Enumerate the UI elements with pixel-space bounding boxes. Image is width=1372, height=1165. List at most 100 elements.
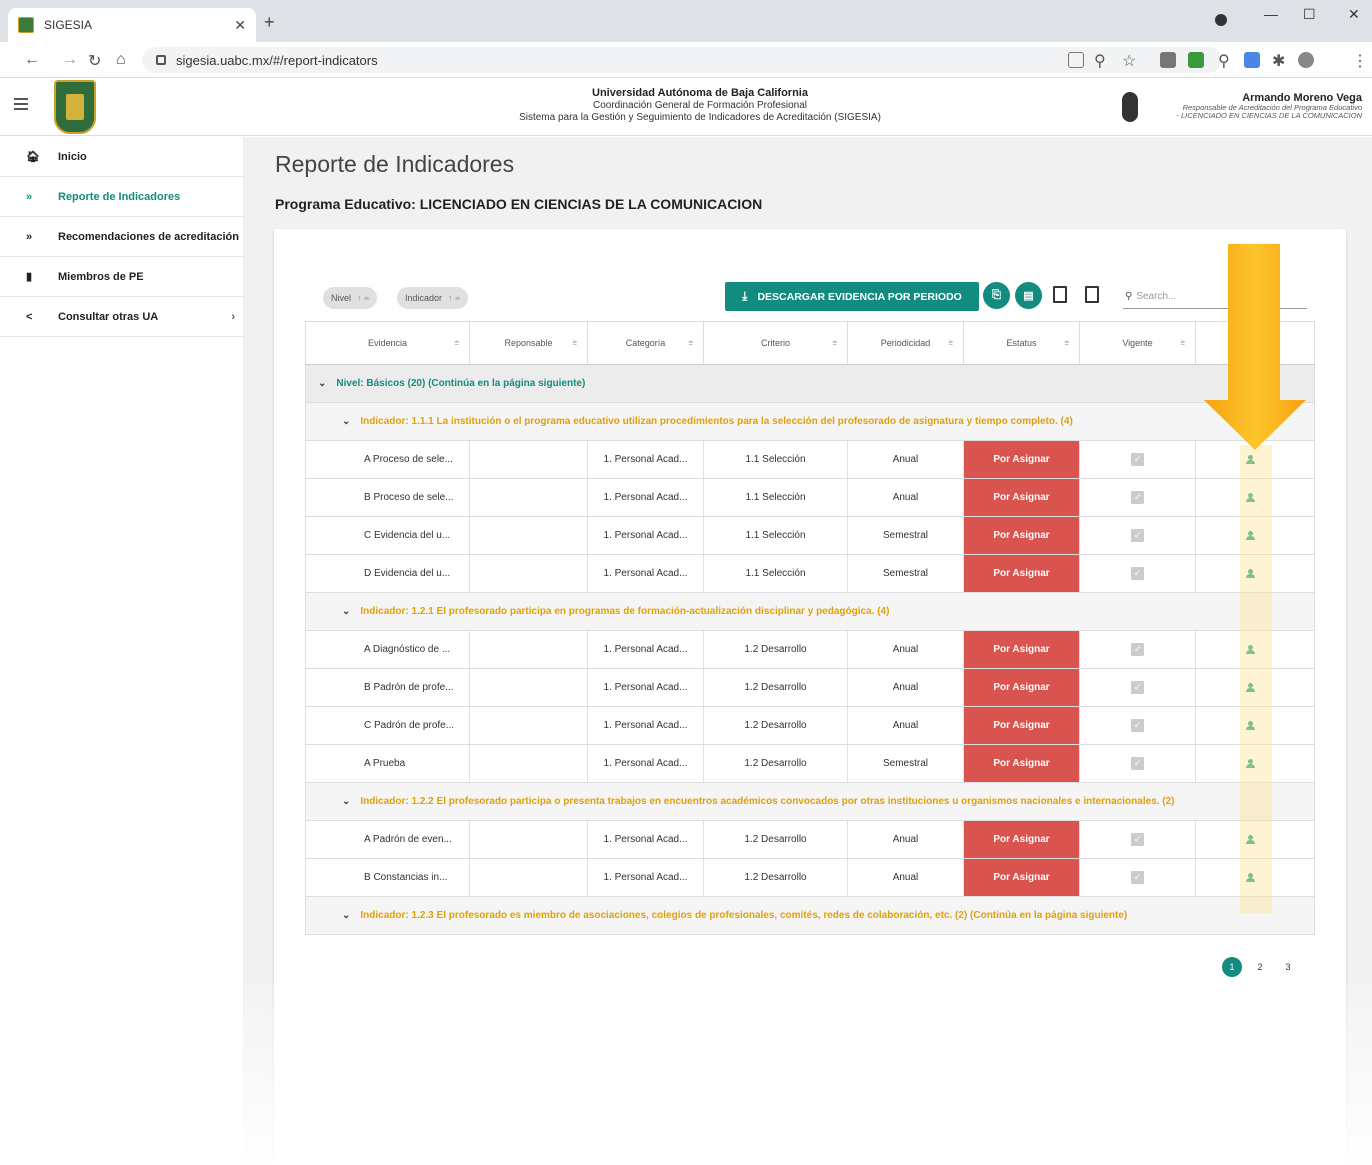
- table-row[interactable]: B Constancias in... 1. Personal Acad... …: [305, 859, 1315, 897]
- table-row[interactable]: A Padrón de even... 1. Personal Acad... …: [305, 821, 1315, 859]
- filter-icon[interactable]: ⩧: [948, 338, 953, 348]
- col-estatus[interactable]: Estatus ⩧: [964, 322, 1080, 364]
- table-row[interactable]: B Proceso de sele... 1. Personal Acad...…: [305, 479, 1315, 517]
- back-icon[interactable]: ←: [24, 51, 40, 69]
- assign-person-icon[interactable]: [1245, 873, 1255, 882]
- page-3-button[interactable]: 3: [1278, 957, 1298, 977]
- col-categoria[interactable]: Categoría ⩧: [588, 322, 704, 364]
- checkbox-checked-icon: ✓: [1131, 871, 1144, 884]
- sidebar-item-label: Inicio: [58, 150, 87, 163]
- group-row-indicator[interactable]: ⌄ Indicador: 1.2.1 El profesorado partici…: [305, 593, 1315, 631]
- extension-search-icon[interactable]: ⚲: [1218, 51, 1230, 71]
- col-reponsable[interactable]: Reponsable ⩧: [470, 322, 588, 364]
- maximize-icon[interactable]: ☐: [1303, 6, 1316, 23]
- sort-filter-icon[interactable]: ↑ ⩧: [448, 293, 460, 304]
- table-row[interactable]: D Evidencia del u... 1. Personal Acad...…: [305, 555, 1315, 593]
- install-icon[interactable]: [1068, 52, 1084, 68]
- page-1-button[interactable]: 1: [1222, 957, 1242, 977]
- profile-dot-icon[interactable]: [1215, 14, 1227, 26]
- group-row-indicator[interactable]: ⌄ Indicador: 1.1.1 La institución o el pr…: [305, 403, 1315, 441]
- cell-categoria: 1. Personal Acad...: [588, 441, 704, 478]
- sidebar-item-inicio[interactable]: 🏠︎ Inicio: [0, 137, 243, 177]
- forward-icon[interactable]: →: [62, 51, 78, 69]
- col-periodicidad[interactable]: Periodicidad ⩧: [848, 322, 964, 364]
- group-row-indicator[interactable]: ⌄ Indicador: 1.2.2 El profesorado partici…: [305, 783, 1315, 821]
- chevron-down-icon[interactable]: ⌄: [318, 378, 326, 389]
- table-row[interactable]: C Evidencia del u... 1. Personal Acad...…: [305, 517, 1315, 555]
- new-tab-icon[interactable]: +: [264, 12, 275, 33]
- sidebar-item-consultar[interactable]: < Consultar otras UA ›: [0, 297, 243, 337]
- report-card: Nivel ↑ ⩧ Indicador ↑ ⩧ ⤓ DESCARGAR EVID…: [274, 229, 1346, 1165]
- zoom-icon[interactable]: ⚲: [1094, 51, 1106, 71]
- filter-icon[interactable]: ⩧: [1064, 338, 1069, 348]
- assign-person-icon[interactable]: [1245, 493, 1255, 502]
- browser-tab[interactable]: SIGESIA ✕: [8, 8, 256, 42]
- extension-pdf-icon[interactable]: [1160, 52, 1176, 68]
- group-chip-nivel[interactable]: Nivel ↑ ⩧: [323, 287, 378, 309]
- page-2-button[interactable]: 2: [1250, 957, 1270, 977]
- cell-periodicidad: Anual: [848, 631, 964, 668]
- close-tab-icon[interactable]: ✕: [234, 17, 246, 34]
- group-row-indicator[interactable]: ⌄ Indicador: 1.2.3 El profesorado es miem…: [305, 897, 1315, 935]
- cell-responsable: [470, 707, 588, 744]
- table-row[interactable]: C Padrón de profe... 1. Personal Acad...…: [305, 707, 1315, 745]
- filter-icon[interactable]: ⩧: [1180, 338, 1185, 348]
- download-evidence-button[interactable]: ⤓ DESCARGAR EVIDENCIA POR PERIODO: [725, 282, 979, 311]
- group-row-nivel[interactable]: ⌄ Nivel: Básicos (20) (Continúa en la pág…: [305, 365, 1315, 403]
- table-row[interactable]: B Padrón de profe... 1. Personal Acad...…: [305, 669, 1315, 707]
- filter-icon[interactable]: ⩧: [572, 338, 577, 348]
- extension-translate-icon[interactable]: [1244, 52, 1260, 68]
- filter-icon[interactable]: ⩧: [688, 338, 693, 348]
- group-chip-indicador[interactable]: Indicador ↑ ⩧: [397, 287, 469, 309]
- sidebar-item-reporte[interactable]: » Reporte de Indicadores: [0, 177, 243, 217]
- filter-icon[interactable]: ⩧: [832, 338, 837, 348]
- checkbox-checked-icon: ✓: [1131, 567, 1144, 580]
- cell-evidencia: D Evidencia del u...: [306, 555, 470, 592]
- bookmark-star-icon[interactable]: ☆: [1122, 51, 1136, 71]
- browser-menu-icon[interactable]: ⋮: [1352, 51, 1368, 71]
- lock-icon: [156, 55, 166, 65]
- user-avatar[interactable]: [1122, 92, 1138, 122]
- header-line3: Sistema para la Gestión y Seguimiento de…: [519, 112, 881, 123]
- col-label: Criterio: [760, 338, 790, 348]
- sidebar-item-miembros[interactable]: ▮ Miembros de PE: [0, 257, 243, 297]
- export-pdf-button[interactable]: ⎘: [983, 282, 1010, 309]
- app-header: Universidad Autónoma de Baja California …: [0, 78, 1372, 136]
- column-chooser-icon[interactable]: [1085, 286, 1099, 303]
- export-csv-icon[interactable]: [1053, 286, 1067, 303]
- chevron-down-icon[interactable]: ⌄: [342, 416, 350, 427]
- header-line1: Universidad Autónoma de Baja California: [592, 87, 808, 99]
- assign-person-icon[interactable]: [1245, 455, 1255, 464]
- assign-person-icon[interactable]: [1245, 759, 1255, 768]
- assign-person-icon[interactable]: [1245, 721, 1255, 730]
- assign-person-icon[interactable]: [1245, 569, 1255, 578]
- filter-icon[interactable]: ⩧: [454, 338, 459, 348]
- chevron-down-icon[interactable]: ⌄: [342, 910, 350, 921]
- close-window-icon[interactable]: ✕: [1348, 6, 1360, 23]
- table-row[interactable]: A Proceso de sele... 1. Personal Acad...…: [305, 441, 1315, 479]
- col-vigente[interactable]: Vigente ⩧: [1080, 322, 1196, 364]
- export-excel-button[interactable]: ▤: [1015, 282, 1042, 309]
- chevron-down-icon[interactable]: ⌄: [342, 796, 350, 807]
- minimize-icon[interactable]: —: [1264, 6, 1278, 22]
- extension-check-icon[interactable]: [1188, 52, 1204, 68]
- col-evidencia[interactable]: Evidencia ⩧: [306, 322, 470, 364]
- sidebar-item-recomendaciones[interactable]: » Recomendaciones de acreditación: [0, 217, 243, 257]
- table-row[interactable]: A Prueba 1. Personal Acad... 1.2 Desarro…: [305, 745, 1315, 783]
- sort-filter-icon[interactable]: ↑ ⩧: [357, 293, 369, 304]
- reload-icon[interactable]: ↻: [88, 51, 101, 71]
- assign-person-icon[interactable]: [1245, 683, 1255, 692]
- profile-avatar-icon[interactable]: [1298, 52, 1314, 68]
- assign-person-icon[interactable]: [1245, 531, 1255, 540]
- table-row[interactable]: A Diagnóstico de ... 1. Personal Acad...…: [305, 631, 1315, 669]
- chevron-down-icon[interactable]: ⌄: [342, 606, 350, 617]
- assign-person-icon[interactable]: [1245, 835, 1255, 844]
- address-bar[interactable]: sigesia.uabc.mx/#/report-indicators: [142, 47, 1222, 73]
- col-criterio[interactable]: Criterio ⩧: [704, 322, 848, 364]
- cell-periodicidad: Anual: [848, 441, 964, 478]
- assign-person-icon[interactable]: [1245, 645, 1255, 654]
- hamburger-menu-icon[interactable]: [14, 98, 28, 113]
- group-label: Indicador: 1.2.1 El profesorado particip…: [360, 606, 890, 617]
- home-browser-icon[interactable]: ⌂: [116, 51, 126, 69]
- extensions-puzzle-icon[interactable]: ✱: [1272, 51, 1285, 71]
